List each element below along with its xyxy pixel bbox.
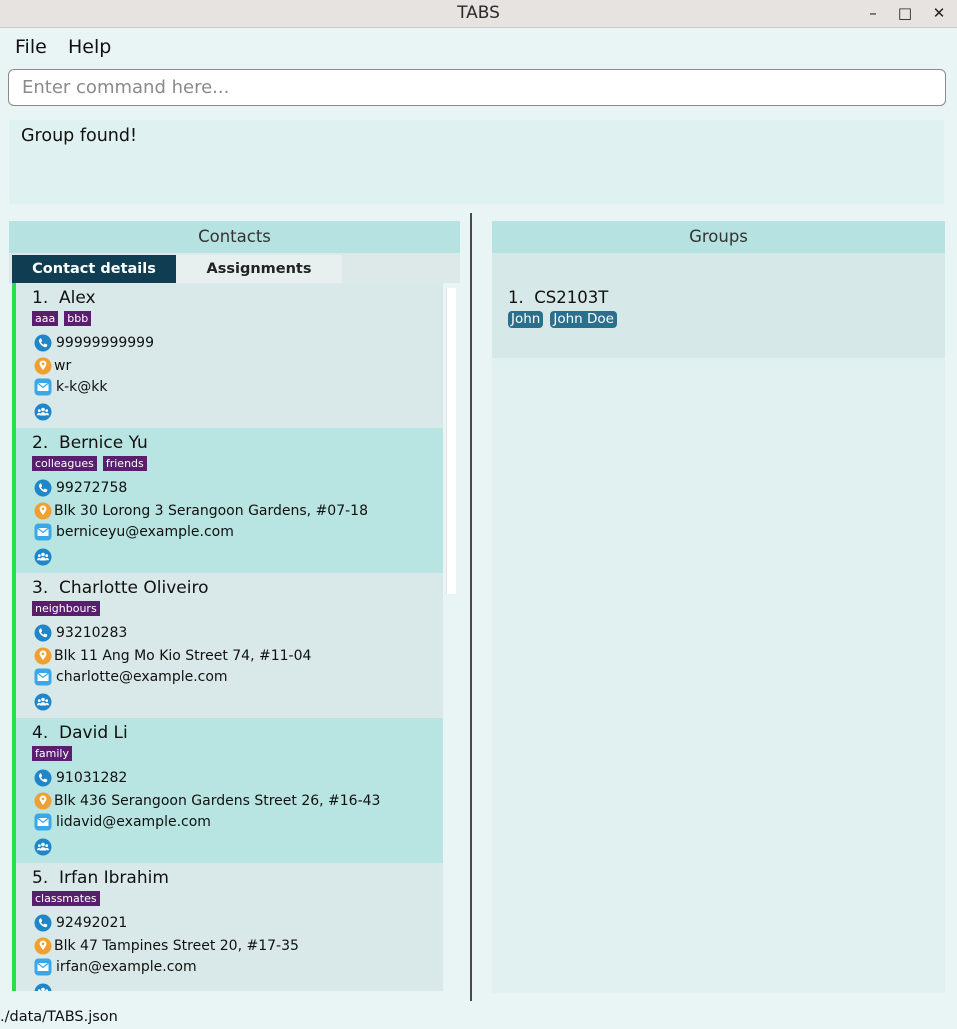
address-value: Blk 47 Tampines Street 20, #17-35 (54, 938, 299, 954)
location-pin-icon (34, 792, 52, 810)
contact-name-line: 5. Irfan Ibrahim (32, 868, 169, 888)
email-value: charlotte@example.com (56, 669, 228, 685)
location-pin-icon (34, 357, 52, 375)
title-bar: TABS – □ ✕ (0, 0, 957, 28)
phone-value: 99272758 (56, 480, 128, 496)
member-chip: John Doe (550, 311, 617, 328)
group-people-icon (34, 983, 52, 991)
group-index: 1. (508, 288, 524, 307)
envelope-icon (34, 958, 52, 976)
tab-contact-details[interactable]: Contact details (12, 255, 176, 283)
menu-bar: File Help (0, 29, 957, 65)
contact-tags: colleagues friends (32, 456, 153, 472)
envelope-icon (34, 523, 52, 541)
tag: friends (102, 456, 147, 471)
tag: neighbours (32, 601, 100, 616)
contact-card[interactable]: 2. Bernice Yu colleagues friends 99272758… (12, 428, 443, 573)
menu-help[interactable]: Help (68, 36, 111, 58)
phone-icon (34, 479, 52, 497)
contact-card[interactable]: 5. Irfan Ibrahim classmates 92492021 Blk… (12, 863, 443, 991)
phone-value: 91031282 (56, 770, 128, 786)
result-text: Group found! (21, 126, 138, 146)
status-bar: ./data/TABS.json (0, 1001, 957, 1029)
list-selection-marker (12, 283, 16, 991)
email-value: k-k@kk (56, 379, 108, 395)
contact-name-line: 1. Alex (32, 288, 96, 308)
phone-value: 92492021 (56, 915, 128, 931)
group-title-line: 1. CS2103T (508, 288, 608, 307)
tag: aaa (32, 311, 59, 326)
group-members: John John Doe (508, 308, 624, 328)
address-value: Blk 436 Serangoon Gardens Street 26, #16… (54, 793, 381, 809)
save-location: ./data/TABS.json (0, 1009, 118, 1025)
phone-icon (34, 914, 52, 932)
group-people-icon (34, 548, 52, 566)
phone-icon (34, 334, 52, 352)
maximize-button[interactable]: □ (894, 2, 916, 24)
location-pin-icon (34, 647, 52, 665)
contact-name: Irfan Ibrahim (59, 868, 169, 888)
location-pin-icon (34, 502, 52, 520)
contact-name-line: 3. Charlotte Oliveiro (32, 578, 209, 598)
envelope-icon (34, 813, 52, 831)
group-card[interactable]: 1. CS2103T John John Doe (492, 253, 945, 358)
email-value: irfan@example.com (56, 959, 197, 975)
window-title: TABS (457, 3, 500, 23)
contact-index: 5. (32, 868, 49, 888)
location-pin-icon (34, 937, 52, 955)
contact-tags: classmates (32, 891, 106, 907)
contact-name-line: 4. David Li (32, 723, 128, 743)
contact-index: 3. (32, 578, 49, 598)
address-value: Blk 11 Ang Mo Kio Street 74, #11-04 (54, 648, 312, 664)
envelope-icon (34, 668, 52, 686)
envelope-icon (34, 378, 52, 396)
contact-name: David Li (59, 723, 128, 743)
contact-card[interactable]: 3. Charlotte Oliveiro neighbours 9321028… (12, 573, 443, 718)
phone-value: 99999999999 (56, 335, 154, 351)
contact-card[interactable]: 4. David Li family 91031282 Blk 436 Sera… (12, 718, 443, 863)
phone-icon (34, 624, 52, 642)
contact-index: 2. (32, 433, 49, 453)
contacts-header: Contacts (9, 221, 460, 253)
email-value: lidavid@example.com (56, 814, 211, 830)
contact-index: 1. (32, 288, 49, 308)
tag: bbb (64, 311, 92, 326)
menu-file[interactable]: File (15, 36, 47, 58)
contact-card[interactable]: 1. Alex aaa bbb 99999999999 wr k-k@kk (12, 283, 443, 428)
group-name: CS2103T (534, 288, 609, 307)
close-button[interactable]: ✕ (928, 2, 950, 24)
tag: classmates (32, 891, 100, 906)
phone-icon (34, 769, 52, 787)
result-display: Group found! (9, 120, 944, 204)
panel-divider[interactable] (470, 213, 472, 1001)
member-chip: John (508, 311, 544, 328)
command-input[interactable] (8, 69, 946, 106)
contact-list-scrollbar[interactable] (446, 288, 456, 594)
groups-header: Groups (492, 221, 945, 253)
contact-name: Charlotte Oliveiro (59, 578, 209, 598)
minimize-button[interactable]: – (862, 2, 884, 24)
contact-tags: aaa bbb (32, 311, 97, 327)
group-list[interactable] (492, 253, 945, 993)
contact-name: Alex (59, 288, 96, 308)
address-value: Blk 30 Lorong 3 Serangoon Gardens, #07-1… (54, 503, 368, 519)
tag: family (32, 746, 72, 761)
contact-tags: family (32, 746, 78, 762)
group-people-icon (34, 838, 52, 856)
contact-list[interactable]: 1. Alex aaa bbb 99999999999 wr k-k@kk 2. … (12, 283, 443, 991)
phone-value: 93210283 (56, 625, 128, 641)
group-people-icon (34, 403, 52, 421)
email-value: berniceyu@example.com (56, 524, 234, 540)
contact-index: 4. (32, 723, 49, 743)
contact-name: Bernice Yu (59, 433, 148, 453)
tab-assignments[interactable]: Assignments (176, 255, 342, 283)
contact-name-line: 2. Bernice Yu (32, 433, 148, 453)
contact-tags: neighbours (32, 601, 106, 617)
group-people-icon (34, 693, 52, 711)
address-value: wr (54, 358, 72, 374)
tag: colleagues (32, 456, 97, 471)
contact-tabs: Contact details Assignments (9, 253, 460, 283)
